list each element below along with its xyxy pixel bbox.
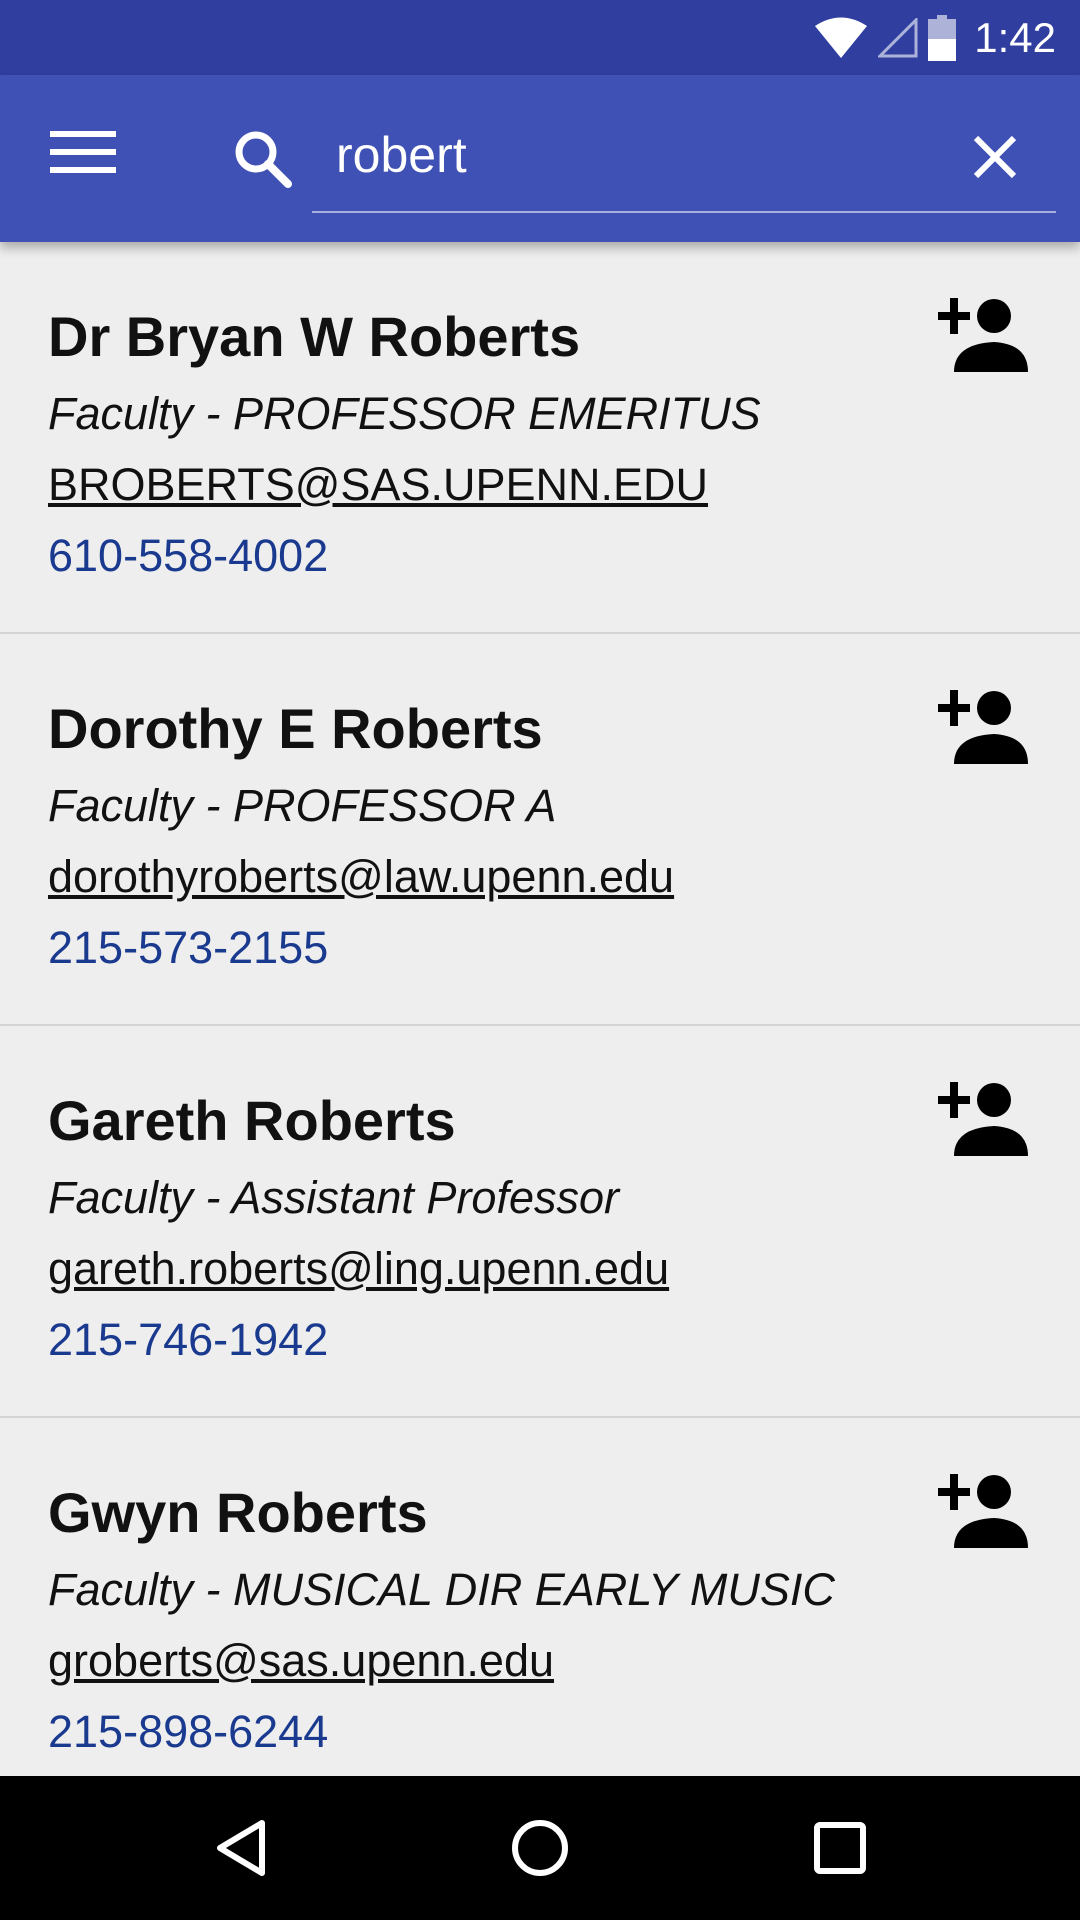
list-item: Gareth Roberts Faculty - Assistant Profe…: [0, 1026, 1080, 1418]
search-underline: [312, 211, 1056, 213]
add-contact-icon[interactable]: [938, 1472, 1028, 1550]
email-link[interactable]: dorothyroberts@law.upenn.edu: [48, 851, 674, 903]
list-item: Gwyn Roberts Faculty - MUSICAL DIR EARLY…: [0, 1418, 1080, 1776]
battery-icon: [928, 14, 957, 61]
status-time: 1:42: [974, 13, 1056, 61]
person-title: Faculty - PROFESSOR A: [48, 780, 557, 831]
email-link[interactable]: groberts@sas.upenn.edu: [48, 1635, 554, 1687]
wifi-icon: [814, 17, 868, 59]
person-name: Dorothy E Roberts: [48, 697, 543, 760]
add-contact-icon[interactable]: [938, 1080, 1028, 1158]
person-title: Faculty - PROFESSOR EMERITUS: [48, 388, 761, 439]
add-contact-icon[interactable]: [938, 688, 1028, 766]
app-bar: [0, 75, 1080, 242]
phone-link[interactable]: 610-558-4002: [48, 530, 328, 582]
list-item: Dorothy E Roberts Faculty - PROFESSOR A …: [0, 634, 1080, 1026]
person-name: Gareth Roberts: [48, 1089, 456, 1152]
email-link[interactable]: BROBERTS@SAS.UPENN.EDU: [48, 459, 708, 511]
search-icon: [234, 130, 292, 193]
add-contact-icon[interactable]: [938, 296, 1028, 374]
search-input[interactable]: [336, 120, 896, 190]
close-icon[interactable]: [972, 134, 1018, 185]
recents-icon[interactable]: [812, 1818, 868, 1883]
person-title: Faculty - MUSICAL DIR EARLY MUSIC: [48, 1564, 835, 1615]
back-icon[interactable]: [212, 1818, 268, 1883]
status-bar: 1:42: [0, 0, 1080, 75]
results-list: Dr Bryan W Roberts Faculty - PROFESSOR E…: [0, 242, 1080, 1776]
person-title: Faculty - Assistant Professor: [48, 1172, 620, 1223]
list-item: Dr Bryan W Roberts Faculty - PROFESSOR E…: [0, 242, 1080, 634]
phone-link[interactable]: 215-898-6244: [48, 1706, 328, 1758]
cell-signal-icon: [878, 17, 918, 58]
email-link[interactable]: gareth.roberts@ling.upenn.edu: [48, 1243, 669, 1295]
person-name: Gwyn Roberts: [48, 1481, 428, 1544]
person-name: Dr Bryan W Roberts: [48, 305, 581, 368]
menu-icon[interactable]: [50, 131, 116, 181]
phone-link[interactable]: 215-746-1942: [48, 1314, 328, 1366]
phone-link[interactable]: 215-573-2155: [48, 922, 328, 974]
home-icon[interactable]: [510, 1818, 570, 1883]
navigation-bar: [0, 1776, 1080, 1920]
